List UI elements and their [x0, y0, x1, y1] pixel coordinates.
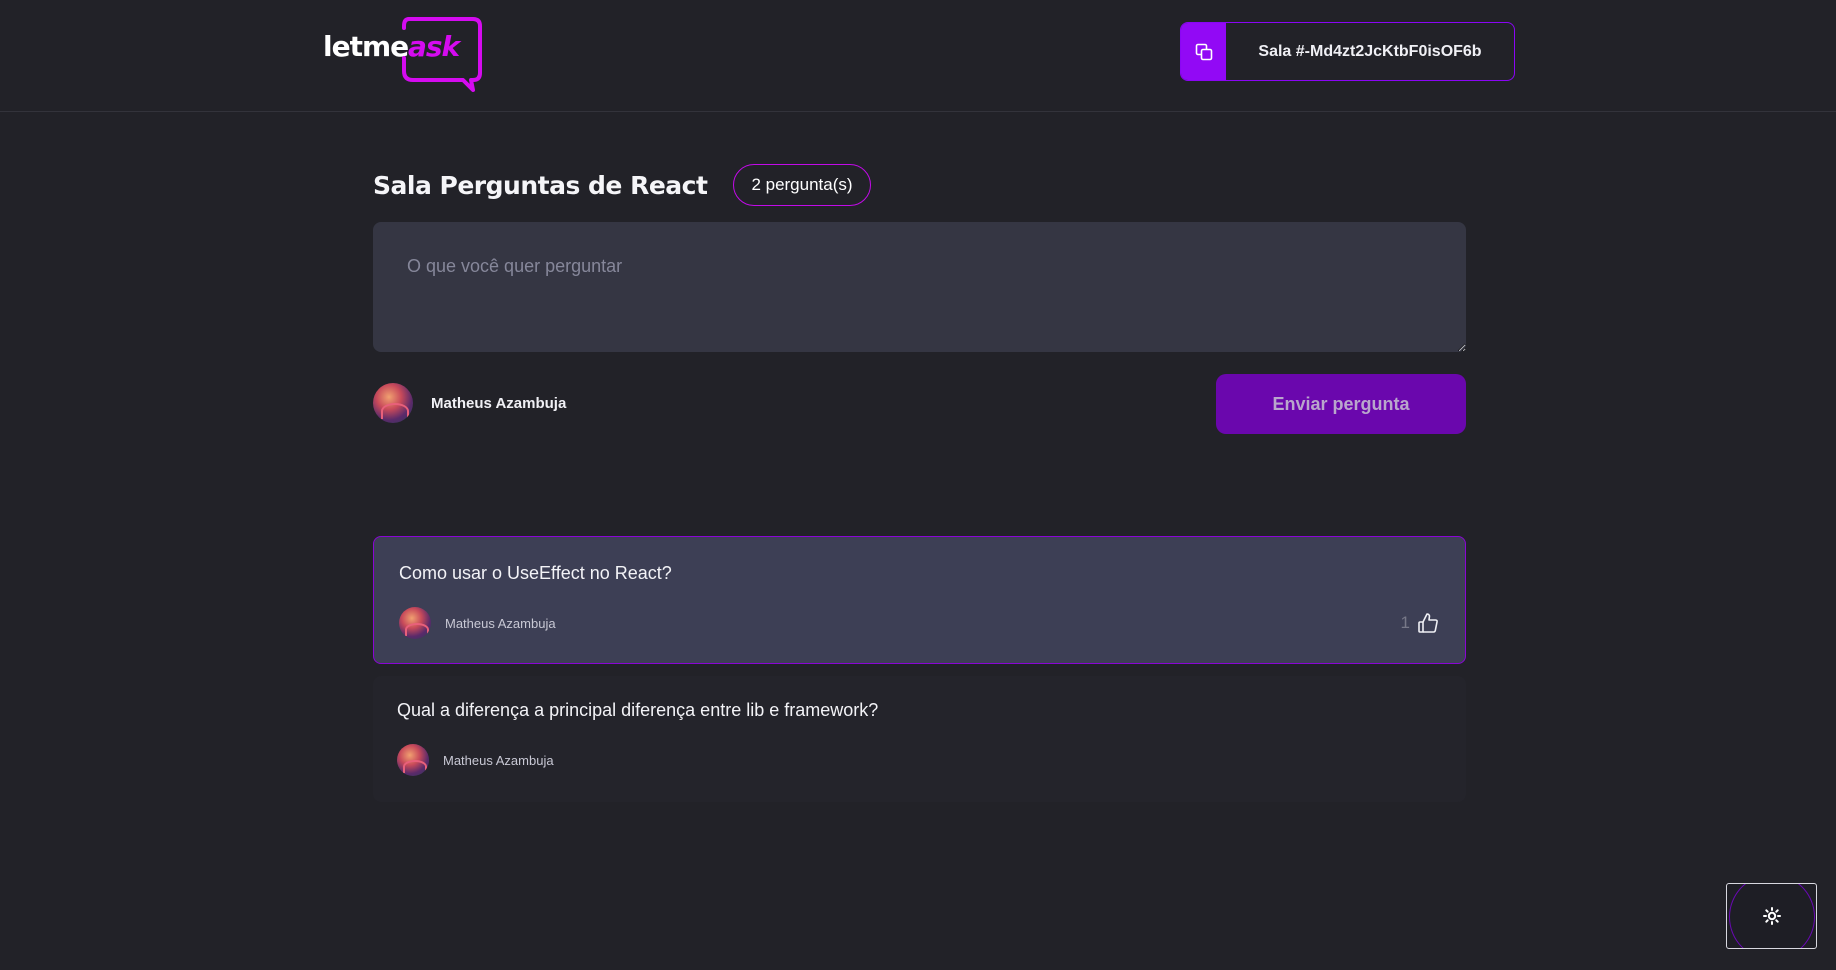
room-code-label: Sala #-Md4zt2JcKtbF0isOF6b — [1258, 42, 1482, 60]
question-author: Matheus Azambuja — [397, 744, 554, 776]
question-author: Matheus Azambuja — [399, 607, 556, 639]
toggle-ring — [1729, 884, 1815, 948]
author-name: Matheus Azambuja — [443, 752, 554, 768]
avatar — [397, 744, 429, 776]
theme-toggle-button[interactable] — [1726, 883, 1817, 949]
copy-room-code-button[interactable]: Sala #-Md4zt2JcKtbF0isOF6b — [1180, 22, 1515, 81]
avatar — [373, 383, 413, 423]
logo-text-letme: letme — [323, 30, 409, 63]
send-question-button[interactable]: Enviar pergunta — [1216, 374, 1466, 434]
question-card: Qual a diferença a principal diferença e… — [373, 676, 1466, 802]
like-button[interactable]: 1 — [1401, 611, 1440, 635]
question-content: Como usar o UseEffect no React? — [399, 563, 672, 583]
room-title-row: Sala Perguntas de React 2 pergunta(s) — [373, 164, 871, 206]
thumbs-up-icon — [1418, 613, 1438, 633]
logo-text-ask: ask — [408, 30, 460, 63]
author-name: Matheus Azambuja — [445, 615, 556, 631]
letmeask-logo: letme ask — [323, 16, 483, 92]
question-content: Qual a diferença a principal diferença e… — [397, 700, 879, 720]
like-count: 1 — [1400, 613, 1410, 632]
page-title: Sala Perguntas de React — [373, 170, 708, 200]
avatar — [399, 607, 431, 639]
question-count-badge: 2 pergunta(s) — [733, 164, 871, 206]
user-info: Matheus Azambuja — [373, 383, 566, 423]
copy-icon — [1181, 23, 1226, 80]
question-card: Como usar o UseEffect no React? Matheus … — [373, 536, 1466, 664]
app-header: letme ask Sala #-Md4zt2JcKtbF0isOF6b — [0, 0, 1836, 112]
question-textarea[interactable] — [373, 222, 1466, 352]
user-name: Matheus Azambuja — [431, 394, 567, 412]
